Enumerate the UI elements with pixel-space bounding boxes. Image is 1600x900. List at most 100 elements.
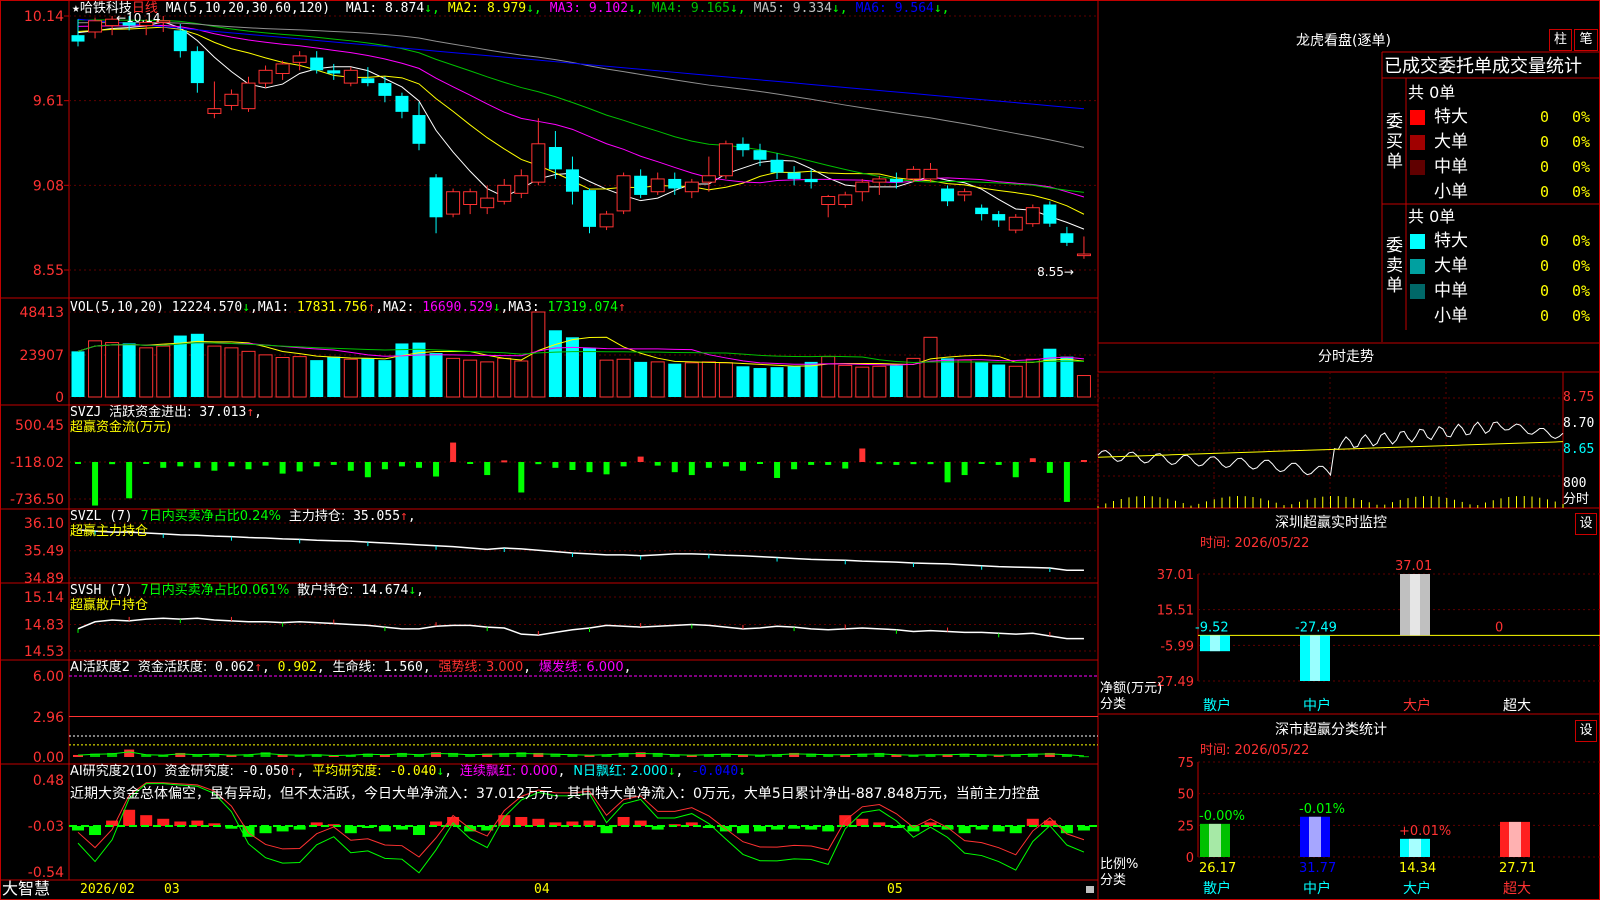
candle-up xyxy=(275,63,290,75)
vol-bar-down xyxy=(565,337,579,397)
vol-bar-up xyxy=(1076,375,1091,398)
ai2-bar xyxy=(157,818,170,826)
vol-bar-up xyxy=(599,359,614,398)
vol-ma1: 17831.756 xyxy=(297,300,368,315)
stat-tabs[interactable]: 已成交委托单成交量统计 xyxy=(1384,56,1596,78)
svzj-bar xyxy=(671,461,678,473)
ai2-tick-label: -0.03 xyxy=(28,819,64,835)
vol-bar-down xyxy=(378,360,392,397)
ma-item-6: MA6: 9.564↓, xyxy=(855,1,950,16)
ma-items: MA1: 8.874↓, MA2: 8.979↓, MA3: 9.102↓, MA4:… xyxy=(338,1,950,16)
svzj-bar xyxy=(194,461,201,468)
stat-value-label: 27.71 xyxy=(1499,861,1536,876)
vol-bar-up xyxy=(855,366,870,398)
stat-time: 时间: 2026/05/22 xyxy=(1200,743,1310,758)
intraday-vol: 800 xyxy=(1563,476,1587,491)
pen-view-button[interactable]: 笔 xyxy=(1574,29,1598,51)
stat-bar-shine xyxy=(1309,816,1321,857)
svzj-bar xyxy=(177,461,184,467)
stat-change-label: -0.00% xyxy=(1199,809,1245,824)
dragon-title: 龙虎看盘(逐单) xyxy=(1296,33,1391,49)
candle-up xyxy=(480,197,495,209)
svzj-tick-label: 500.45 xyxy=(15,418,64,434)
vol-bar-up xyxy=(531,311,546,398)
vol-bar-down xyxy=(634,361,648,397)
candle-up xyxy=(514,175,529,194)
ma-item-arrow: ↓, xyxy=(424,1,440,16)
stat-title: 深市超赢分类统计 xyxy=(1275,722,1387,738)
monitor-title: 深圳超赢实时监控 xyxy=(1275,515,1387,531)
vol-bar-down xyxy=(668,363,682,397)
candle-down xyxy=(173,30,187,52)
candle-down xyxy=(327,70,341,74)
stat-tick-label: 75 xyxy=(1177,756,1194,771)
buy-row-name: 小单 xyxy=(1434,182,1468,202)
ai1-tick-label: 6.00 xyxy=(33,669,64,685)
sell-row-pct: 0% xyxy=(1572,307,1591,325)
ai2-bar xyxy=(600,826,613,834)
vol-bar-up xyxy=(105,342,120,398)
ai1-burst: 爆发线: 6.000 xyxy=(538,660,624,675)
svsh-comma: , xyxy=(416,583,424,598)
vol-bar-up xyxy=(446,357,461,398)
svzj-bar xyxy=(774,461,781,478)
vol-bar-down xyxy=(1060,356,1074,397)
svzj-bar xyxy=(1029,458,1036,462)
vol-bar-down xyxy=(1043,348,1057,397)
svsh-tick-label: 14.53 xyxy=(24,644,64,660)
candle-down xyxy=(975,207,989,215)
candle-up xyxy=(616,175,631,212)
buy-row-count: 0 xyxy=(1540,183,1550,201)
ai2-bar xyxy=(344,826,357,834)
stat-ylabel: 比例% xyxy=(1100,857,1139,872)
ai1-life-label: 生命线: xyxy=(332,660,376,675)
candle-down xyxy=(889,178,903,183)
bar-view-button[interactable]: 柱 xyxy=(1549,29,1572,51)
ai2-bar xyxy=(413,826,425,836)
svzj-bar xyxy=(160,461,167,468)
svzj-bar xyxy=(859,448,866,462)
vol-bar-down xyxy=(548,330,562,397)
ai1-bar xyxy=(635,752,646,757)
ai2-bar xyxy=(1026,818,1039,826)
svzj-bar xyxy=(518,461,525,493)
stat-settings-button[interactable]: 设 xyxy=(1575,720,1597,742)
stock-name[interactable]: 哈铁科技 xyxy=(80,1,132,16)
candle-down xyxy=(565,169,579,192)
vol-bar-up xyxy=(923,336,938,398)
ai1-header: AI活跃度2 资金活跃度: 0.062↑, 0.902, 生命线: 1.560,… xyxy=(70,660,632,675)
stat-category-label: 超大 xyxy=(1503,881,1531,897)
buy-row-count: 0 xyxy=(1540,108,1550,126)
monitor-tick-label: 37.01 xyxy=(1157,568,1194,583)
svzj-bar xyxy=(450,442,457,462)
svzj-bar xyxy=(978,461,985,464)
stat-bar-shine xyxy=(1209,823,1221,857)
vol-tick-label: 0 xyxy=(55,390,64,406)
svzj-bar xyxy=(501,460,508,463)
vol-bar-up xyxy=(1008,365,1023,398)
candle-up xyxy=(497,184,512,202)
svzj-bar xyxy=(1012,461,1019,478)
svzl-arrow: ↑ xyxy=(400,509,408,524)
svzj-bar xyxy=(995,461,1002,465)
ma-item-arrow: ↓, xyxy=(831,1,848,16)
monitor-settings-button[interactable]: 设 xyxy=(1575,513,1597,535)
candle-down xyxy=(634,175,648,195)
svzj-bar xyxy=(825,461,832,465)
period-label[interactable]: 日线 xyxy=(132,1,158,16)
intraday-title: 分时走势 xyxy=(1318,349,1374,365)
ma30-line xyxy=(77,19,1085,193)
buy-row-name: 特大 xyxy=(1434,107,1468,127)
candle-up xyxy=(224,93,239,106)
sell-row-count: 0 xyxy=(1540,282,1550,300)
vol-bar-down xyxy=(412,342,426,397)
candle-down xyxy=(992,214,1006,221)
svzl-comma: , xyxy=(407,509,416,524)
svzj-bar xyxy=(927,461,934,465)
svzl-label1: 7日内买卖净占比0.24% xyxy=(140,509,282,524)
sell-row-pct: 0% xyxy=(1572,232,1591,250)
candle-down xyxy=(941,188,955,202)
ma-item-arrow: ↓, xyxy=(933,1,950,16)
candle-down xyxy=(787,172,801,179)
ai1-life: 1.560 xyxy=(383,660,423,675)
